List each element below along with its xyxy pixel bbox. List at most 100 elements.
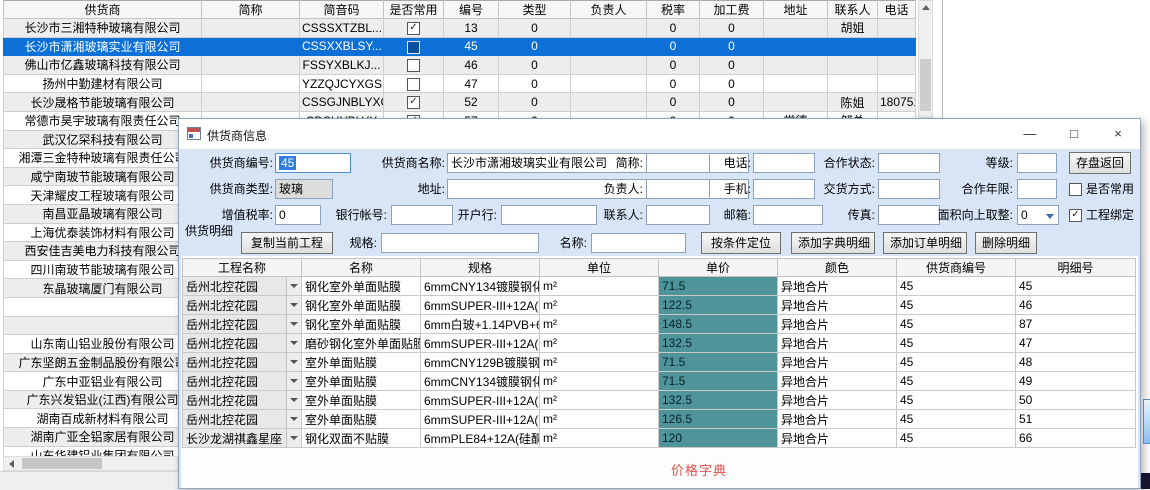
name-filter-input[interactable] (591, 233, 686, 253)
detail-row[interactable]: 岳州北控花园钢化室外单面贴膜6mm白玻+1.14PVB+6mm...m²148.… (183, 315, 1136, 334)
column-header[interactable]: 工程名称 (183, 259, 302, 277)
detail-cell-name[interactable]: 室外单面贴膜 (302, 353, 421, 372)
checkbox-unchecked-icon[interactable] (407, 59, 420, 72)
chevron-down-icon[interactable] (286, 334, 301, 352)
detail-cell-detail-no[interactable]: 45 (1016, 277, 1136, 296)
scrollbar-thumb[interactable] (22, 458, 102, 469)
detail-cell-name[interactable]: 室外单面贴膜 (302, 391, 421, 410)
common-use-cell[interactable] (384, 37, 444, 56)
scroll-up-icon[interactable] (922, 5, 930, 10)
detail-cell-color[interactable]: 异地合片 (778, 410, 897, 429)
dialog-titlebar[interactable]: 供货商信息 — □ × (179, 119, 1140, 150)
detail-cell-name[interactable]: 钢化双面不贴膜 (302, 429, 421, 448)
detail-cell-supplier-no[interactable]: 45 (897, 334, 1016, 353)
column-header[interactable]: 地址 (764, 1, 828, 19)
detail-cell-price[interactable]: 71.5 (659, 277, 778, 296)
column-header[interactable]: 明细号 (1016, 259, 1136, 277)
column-header[interactable]: 电话 (878, 1, 916, 19)
detail-cell-color[interactable]: 异地合片 (778, 315, 897, 334)
column-header[interactable]: 负责人 (571, 1, 647, 19)
detail-cell-detail-no[interactable]: 49 (1016, 372, 1136, 391)
chevron-down-icon[interactable] (286, 277, 301, 295)
detail-row[interactable]: 岳州北控花园室外单面贴膜6mmCNY134镀膜钢化m²71.5异地合片4549 (183, 372, 1136, 391)
detail-cell-spec[interactable]: 6mmCNY129B镀膜钢化 (421, 353, 540, 372)
detail-cell-supplier-no[interactable]: 45 (897, 429, 1016, 448)
chevron-down-icon[interactable] (286, 296, 301, 314)
detail-cell-price[interactable]: 148.5 (659, 315, 778, 334)
project-combo[interactable]: 岳州北控花园 (183, 334, 302, 353)
coop-years-field[interactable] (1017, 179, 1057, 199)
scroll-left-icon[interactable] (9, 460, 14, 468)
column-header[interactable]: 供货商 (4, 1, 202, 19)
detail-cell-color[interactable]: 异地合片 (778, 372, 897, 391)
add-dict-detail-button[interactable]: 添加字典明细 (791, 232, 875, 254)
detail-cell-supplier-no[interactable]: 45 (897, 391, 1016, 410)
short-name-field[interactable] (646, 153, 710, 173)
detail-cell-price[interactable]: 132.5 (659, 391, 778, 410)
detail-cell-detail-no[interactable]: 46 (1016, 296, 1136, 315)
chevron-down-icon[interactable] (286, 410, 301, 428)
supplier-no-field[interactable]: 45 (275, 153, 351, 173)
save-return-button[interactable]: 存盘返回 (1069, 152, 1131, 174)
copy-current-project-button[interactable]: 复制当前工程 (241, 232, 333, 254)
project-combo[interactable]: 岳州北控花园 (183, 410, 302, 429)
detail-cell-spec[interactable]: 6mmSUPER-III+12A(硅... (421, 334, 540, 353)
column-header[interactable]: 税率 (647, 1, 700, 19)
detail-cell-name[interactable]: 磨砂钢化室外单面贴膜 (302, 334, 421, 353)
column-header[interactable]: 简音码 (300, 1, 384, 19)
supplier-row[interactable]: 长沙市三湘特种玻璃有限公司CSSSXTZBL...✓13000胡姐 (4, 19, 916, 38)
checkbox-unchecked-icon[interactable] (407, 41, 420, 54)
detail-cell-color[interactable]: 异地合片 (778, 353, 897, 372)
supplier-row[interactable]: 长沙市潇湘玻璃实业有限公司CSSXXBLSY...45000 (4, 37, 916, 56)
detail-cell-name[interactable]: 室外单面贴膜 (302, 410, 421, 429)
detail-cell-unit[interactable]: m² (540, 296, 659, 315)
vat-field[interactable]: 0 (275, 205, 321, 225)
detail-cell-color[interactable]: 异地合片 (778, 334, 897, 353)
email-field[interactable] (753, 205, 823, 225)
detail-cell-supplier-no[interactable]: 45 (897, 353, 1016, 372)
detail-cell-unit[interactable]: m² (540, 410, 659, 429)
detail-cell-detail-no[interactable]: 66 (1016, 429, 1136, 448)
checkbox-checked-icon[interactable]: ✓ (407, 96, 420, 109)
project-combo[interactable]: 岳州北控花园 (183, 277, 302, 296)
column-header[interactable]: 名称 (302, 259, 421, 277)
detail-row[interactable]: 岳州北控花园室外单面贴膜6mmSUPER-III+12A(硅...m²132.5… (183, 391, 1136, 410)
column-header[interactable]: 单价 (659, 259, 778, 277)
bank-field[interactable] (501, 205, 597, 225)
detail-row[interactable]: 长沙龙湖祺鑫星座钢化双面不贴膜6mmPLE84+12A(硅酮胶...m²120异… (183, 429, 1136, 448)
column-header[interactable]: 是否常用 (384, 1, 444, 19)
detail-cell-color[interactable]: 异地合片 (778, 277, 897, 296)
detail-cell-detail-no[interactable]: 51 (1016, 410, 1136, 429)
detail-cell-unit[interactable]: m² (540, 353, 659, 372)
locate-by-condition-button[interactable]: 按条件定位 (701, 232, 781, 254)
supplier-row[interactable]: 扬州中勤建材有限公司YZZQJCYXGS47000 (4, 74, 916, 93)
detail-cell-price[interactable]: 122.5 (659, 296, 778, 315)
price-dictionary-link[interactable]: 价格字典 (619, 460, 779, 479)
column-header[interactable]: 颜色 (778, 259, 897, 277)
area-round-combo[interactable]: 0 (1017, 205, 1059, 225)
project-bind-checkbox[interactable]: ✓工程绑定 (1069, 205, 1134, 225)
coop-status-field[interactable] (878, 153, 940, 173)
add-order-detail-button[interactable]: 添加订单明细 (883, 232, 967, 254)
manager-field[interactable] (646, 179, 710, 199)
scrollbar-thumb[interactable] (920, 59, 931, 111)
mobile-field[interactable] (753, 179, 815, 199)
contact-field[interactable] (646, 205, 710, 225)
column-header[interactable]: 单位 (540, 259, 659, 277)
detail-row[interactable]: 岳州北控花园钢化室外单面贴膜6mmSUPER-III+12A(硅...m²122… (183, 296, 1136, 315)
maximize-button[interactable]: □ (1052, 119, 1096, 149)
detail-cell-spec[interactable]: 6mmPLE84+12A(硅酮胶... (421, 429, 540, 448)
detail-cell-unit[interactable]: m² (540, 334, 659, 353)
detail-cell-name[interactable]: 钢化室外单面贴膜 (302, 315, 421, 334)
project-combo[interactable]: 岳州北控花园 (183, 315, 302, 334)
detail-cell-unit[interactable]: m² (540, 429, 659, 448)
chevron-down-icon[interactable] (1046, 214, 1054, 219)
column-header[interactable]: 规格 (421, 259, 540, 277)
detail-cell-spec[interactable]: 6mm白玻+1.14PVB+6mm... (421, 315, 540, 334)
bank-account-field[interactable] (391, 205, 453, 225)
supplier-row[interactable]: 长沙晟格节能玻璃有限公司CSSGJNBLYXGS✓52000陈姐180751 (4, 93, 916, 112)
spec-filter-input[interactable] (381, 233, 539, 253)
detail-cell-spec[interactable]: 6mmSUPER-III+12A(硅... (421, 410, 540, 429)
detail-cell-supplier-no[interactable]: 45 (897, 296, 1016, 315)
detail-cell-supplier-no[interactable]: 45 (897, 410, 1016, 429)
